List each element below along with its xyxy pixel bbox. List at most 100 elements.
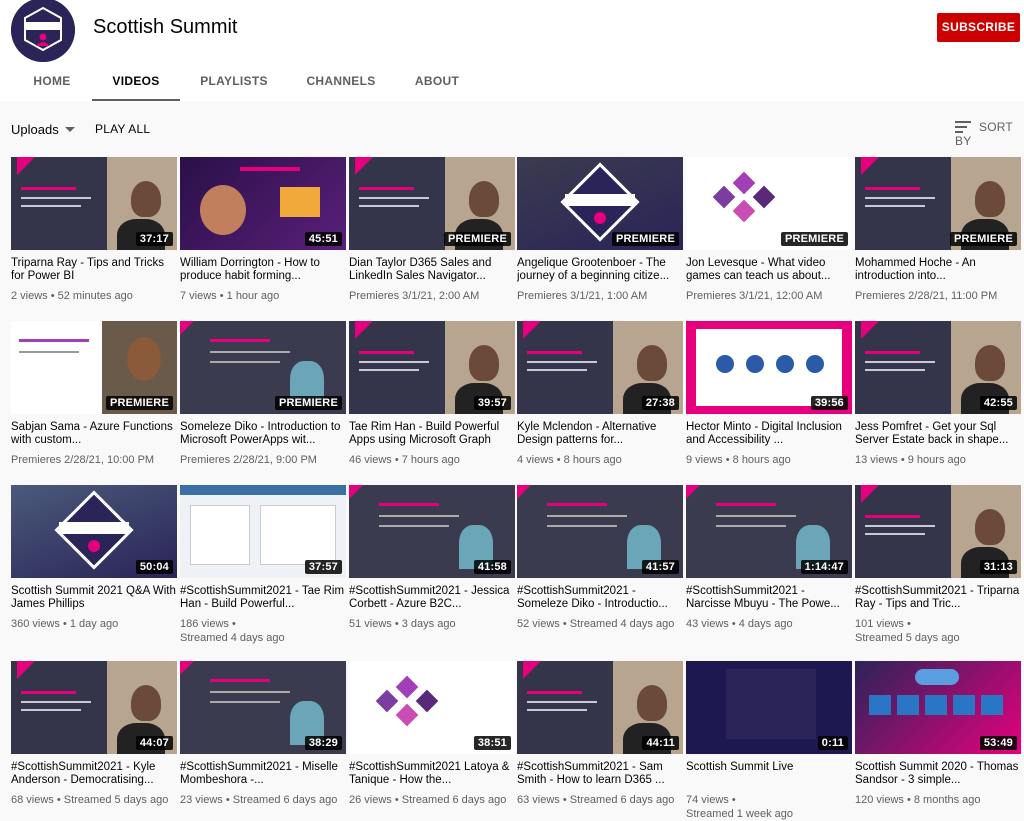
video-thumbnail[interactable]: PREMIERE — [11, 321, 177, 414]
video-title[interactable]: Someleze Diko - Introduction to Microsof… — [180, 421, 346, 447]
video-meta-line: 68 views • Streamed 5 days ago — [11, 794, 169, 806]
video-thumbnail[interactable]: PREMIERE — [517, 157, 683, 250]
video-title[interactable]: #ScottishSummit2021 - Sam Smith - How to… — [517, 761, 683, 787]
video-card[interactable]: 39:57 Tae Rim Han - Build Powerful Apps u… — [349, 321, 515, 467]
video-thumbnail[interactable]: 38:29 — [180, 661, 346, 754]
video-card[interactable]: PREMIERE Someleze Diko - Introduction to … — [180, 321, 346, 467]
video-metadata: Premieres 3/1/21, 2:00 AM — [349, 289, 515, 303]
video-thumbnail[interactable]: 31:13 — [855, 485, 1021, 578]
video-thumbnail[interactable]: 53:49 — [855, 661, 1021, 754]
thumbnail-graphic — [527, 369, 587, 371]
uploads-dropdown[interactable]: Uploads — [11, 122, 75, 137]
duration-badge: 37:17 — [135, 232, 173, 246]
subscribe-button[interactable]: SUBSCRIBE — [937, 13, 1020, 42]
channel-avatar[interactable] — [11, 0, 75, 62]
video-title[interactable]: #ScottishSummit2021 - Someleze Diko - In… — [517, 585, 683, 611]
video-card[interactable]: 37:57 #ScottishSummit2021 - Tae Rim Han -… — [180, 485, 346, 645]
channel-name[interactable]: Scottish Summit — [93, 16, 237, 39]
video-card[interactable]: PREMIERE Mohammed Hoche - An introduction… — [855, 157, 1021, 303]
video-metadata: 51 views • 3 days ago — [349, 617, 515, 631]
tab-home[interactable]: HOME — [24, 60, 80, 101]
video-thumbnail[interactable]: 0:11 — [686, 661, 852, 754]
video-title[interactable]: #ScottishSummit2021 - Miselle Mombeshora… — [180, 761, 346, 787]
video-thumbnail[interactable]: 50:04 — [11, 485, 177, 578]
video-title[interactable]: #ScottishSummit2021 - Tae Rim Han - Buil… — [180, 585, 346, 611]
video-card[interactable]: 31:13 #ScottishSummit2021 - Triparna Ray … — [855, 485, 1021, 645]
video-thumbnail[interactable]: 41:58 — [349, 485, 515, 578]
video-thumbnail[interactable]: PREMIERE — [349, 157, 515, 250]
video-card[interactable]: PREMIERE Jon Levesque - What video games … — [686, 157, 852, 303]
video-title[interactable]: #ScottishSummit2021 - Triparna Ray - Tip… — [855, 585, 1021, 611]
thumbnail-graphic — [865, 187, 920, 190]
video-card[interactable]: 41:57 #ScottishSummit2021 - Someleze Diko… — [517, 485, 683, 631]
video-title[interactable]: Jess Pomfret - Get your Sql Server Estat… — [855, 421, 1021, 447]
thumbnail-graphic — [716, 503, 776, 506]
video-meta-line: 7 views • 1 hour ago — [180, 290, 280, 302]
video-thumbnail[interactable]: 37:57 — [180, 485, 346, 578]
tab-about[interactable]: ABOUT — [405, 60, 469, 101]
video-card[interactable]: 0:11 Scottish Summit Live 74 views • Stream… — [686, 661, 852, 821]
video-thumbnail[interactable]: 27:38 — [517, 321, 683, 414]
video-card[interactable]: 45:51 William Dorrington - How to produce… — [180, 157, 346, 303]
tab-playlists[interactable]: PLAYLISTS — [193, 60, 275, 101]
video-thumbnail[interactable]: 42:55 — [855, 321, 1021, 414]
video-card[interactable]: 1:14:47 #ScottishSummit2021 - Narcisse Mb… — [686, 485, 852, 631]
duration-badge: 50:04 — [135, 560, 173, 574]
video-card[interactable]: 39:56 Hector Minto - Digital Inclusion an… — [686, 321, 852, 467]
video-title[interactable]: #ScottishSummit2021 - Narcisse Mbuyu - T… — [686, 585, 852, 611]
video-card[interactable]: PREMIERE Angelique Grootenboer - The jour… — [517, 157, 683, 303]
play-all-button[interactable]: PLAY ALL — [95, 122, 150, 136]
video-title[interactable]: #ScottishSummit2021 Latoya & Tanique - H… — [349, 761, 515, 787]
thumbnail-graphic — [19, 339, 89, 342]
video-title[interactable]: Kyle Mclendon - Alternative Design patte… — [517, 421, 683, 447]
tab-channels[interactable]: CHANNELS — [300, 60, 382, 101]
video-title[interactable]: Sabjan Sama - Azure Functions with custo… — [11, 421, 177, 447]
video-title[interactable]: Hector Minto - Digital Inclusion and Acc… — [686, 421, 852, 447]
thumbnail-graphic — [686, 485, 700, 499]
video-card[interactable]: PREMIERE Sabjan Sama - Azure Functions wi… — [11, 321, 177, 467]
video-title[interactable]: Scottish Summit 2021 Q&A With James Phil… — [11, 585, 177, 611]
video-title[interactable]: Tae Rim Han - Build Powerful Apps using … — [349, 421, 515, 447]
video-card[interactable]: 37:17 Triparna Ray - Tips and Tricks for … — [11, 157, 177, 303]
video-title[interactable]: Scottish Summit 2020 - Thomas Sandsor - … — [855, 761, 1021, 787]
video-metadata: 13 views • 9 hours ago — [855, 453, 1021, 467]
video-thumbnail[interactable]: 44:11 — [517, 661, 683, 754]
video-thumbnail[interactable]: PREMIERE — [686, 157, 852, 250]
video-thumbnail[interactable]: 1:14:47 — [686, 485, 852, 578]
thumbnail-graphic — [865, 515, 920, 518]
video-title[interactable]: #ScottishSummit2021 - Jessica Corbett - … — [349, 585, 515, 611]
video-title[interactable]: Jon Levesque - What video games can teac… — [686, 257, 852, 283]
tab-videos[interactable]: VIDEOS — [92, 60, 180, 101]
video-thumbnail[interactable]: 45:51 — [180, 157, 346, 250]
video-title[interactable]: Mohammed Hoche - An introduction into... — [855, 257, 1021, 283]
thumbnail-graphic — [379, 515, 459, 517]
video-thumbnail[interactable]: 41:57 — [517, 485, 683, 578]
video-thumbnail[interactable]: PREMIERE — [855, 157, 1021, 250]
video-thumbnail[interactable]: 37:17 — [11, 157, 177, 250]
video-card[interactable]: 38:51 #ScottishSummit2021 Latoya & Taniqu… — [349, 661, 515, 807]
video-card[interactable]: 44:11 #ScottishSummit2021 - Sam Smith - H… — [517, 661, 683, 807]
video-title[interactable]: Scottish Summit Live — [686, 761, 852, 787]
video-title[interactable]: #ScottishSummit2021 - Kyle Anderson - De… — [11, 761, 177, 787]
video-thumbnail[interactable]: 44:07 — [11, 661, 177, 754]
video-thumbnail[interactable]: 39:56 — [686, 321, 852, 414]
video-card[interactable]: 50:04 Scottish Summit 2021 Q&A With James… — [11, 485, 177, 631]
video-card[interactable]: 44:07 #ScottishSummit2021 - Kyle Anderson… — [11, 661, 177, 807]
video-card[interactable]: PREMIERE Dian Taylor D365 Sales and Linke… — [349, 157, 515, 303]
video-card[interactable]: 53:49 Scottish Summit 2020 - Thomas Sands… — [855, 661, 1021, 807]
video-title[interactable]: Dian Taylor D365 Sales and LinkedIn Sale… — [349, 257, 515, 283]
video-thumbnail[interactable]: 39:57 — [349, 321, 515, 414]
sort-by-button[interactable]: SORT BY — [955, 120, 1024, 148]
video-title[interactable]: William Dorrington - How to produce habi… — [180, 257, 346, 283]
video-metadata: 9 views • 8 hours ago — [686, 453, 852, 467]
video-card[interactable]: 27:38 Kyle Mclendon - Alternative Design … — [517, 321, 683, 467]
channel-header: Scottish Summit SUBSCRIBE HOME VIDEOS PL… — [0, 0, 1024, 101]
video-metadata: 43 views • 4 days ago — [686, 617, 852, 631]
video-title[interactable]: Angelique Grootenboer - The journey of a… — [517, 257, 683, 283]
video-thumbnail[interactable]: PREMIERE — [180, 321, 346, 414]
video-card[interactable]: 41:58 #ScottishSummit2021 - Jessica Corbe… — [349, 485, 515, 631]
video-title[interactable]: Triparna Ray - Tips and Tricks for Power… — [11, 257, 177, 283]
video-card[interactable]: 38:29 #ScottishSummit2021 - Miselle Mombe… — [180, 661, 346, 807]
video-card[interactable]: 42:55 Jess Pomfret - Get your Sql Server … — [855, 321, 1021, 467]
video-thumbnail[interactable]: 38:51 — [349, 661, 515, 754]
